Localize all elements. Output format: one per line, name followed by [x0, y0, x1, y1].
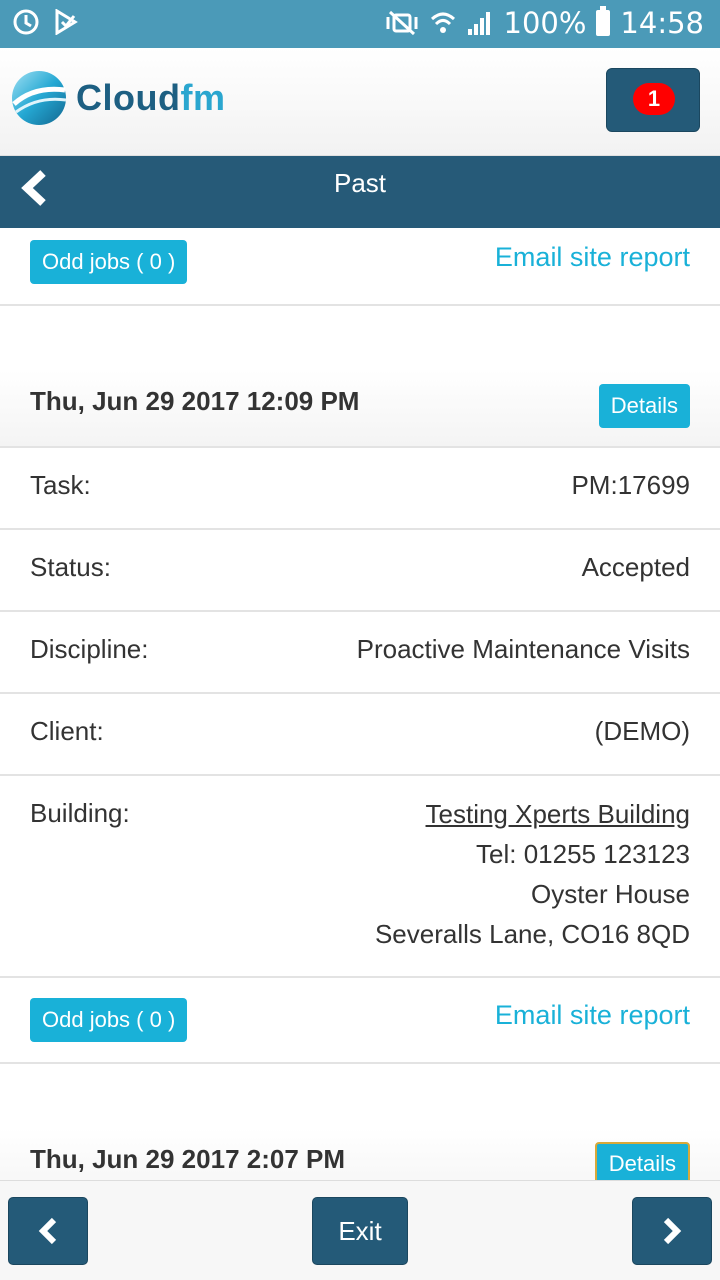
page-title: Past: [333, 168, 387, 198]
odd-jobs-button[interactable]: Odd jobs ( 0 ): [30, 998, 188, 1042]
building-address-line-1: Oyster House: [531, 879, 690, 909]
nav-bar: Past: [0, 156, 720, 228]
exit-button[interactable]: Exit: [312, 1197, 408, 1265]
wifi-icon: [430, 9, 456, 37]
job-actions: Odd jobs ( 0 ) Email site report: [0, 978, 720, 1064]
app-header: Cloudfm 1: [0, 48, 720, 156]
discipline-value: Proactive Maintenance Visits: [356, 634, 690, 664]
logo-text: Cloudfm: [76, 77, 226, 118]
next-button[interactable]: [632, 1197, 712, 1265]
job-date: Thu, Jun 29 2017 12:09 PM: [30, 386, 360, 416]
building-address: Testing Xperts Building Tel: 01255 12312…: [375, 794, 690, 954]
details-button[interactable]: Details: [594, 1142, 690, 1180]
building-tel: Tel: 01255 123123: [476, 839, 690, 869]
status-value: Accepted: [581, 552, 690, 582]
chevron-right-icon: [663, 1217, 682, 1245]
cloudfm-logo-icon: [12, 71, 67, 125]
cloudfm-logo: Cloudfm: [10, 68, 225, 128]
task-label: Task:: [30, 470, 91, 500]
job-card-header: Thu, Jun 29 2017 12:09 PM Details: [0, 370, 720, 448]
mute-icon: [384, 9, 420, 37]
jobs-list[interactable]: Odd jobs ( 0 ) Email site report Thu, Ju…: [0, 228, 720, 1180]
client-value: (DEMO): [594, 716, 690, 746]
status-label: Status:: [30, 552, 111, 582]
client-label: Client:: [30, 716, 104, 746]
notifications-button[interactable]: 1: [606, 68, 700, 132]
previous-button[interactable]: [8, 1197, 88, 1265]
building-name-link[interactable]: Testing Xperts Building: [375, 794, 690, 834]
chevron-left-icon: [38, 1217, 57, 1245]
email-site-report-link[interactable]: Email site report: [495, 242, 690, 273]
job-card-header: Thu, Jun 29 2017 2:07 PM Details: [0, 1128, 720, 1180]
discipline-row: Discipline: Proactive Maintenance Visits: [0, 612, 720, 694]
clock: 14:58: [620, 6, 704, 40]
task-row: Task: PM:17699: [0, 448, 720, 530]
odd-jobs-button[interactable]: Odd jobs ( 0 ): [30, 240, 188, 284]
email-site-report-link[interactable]: Email site report: [495, 1000, 690, 1031]
client-row: Client: (DEMO): [0, 694, 720, 776]
job-date: Thu, Jun 29 2017 2:07 PM: [30, 1144, 346, 1174]
battery-icon: [596, 6, 611, 36]
notification-badge: 1: [633, 83, 675, 115]
building-address-line-2: Severalls Lane, CO16 8QD: [374, 919, 690, 949]
signal-icon: [466, 9, 494, 37]
footer-bar: Exit: [0, 1180, 720, 1280]
discipline-label: Discipline:: [30, 634, 149, 664]
building-label: Building:: [30, 798, 130, 828]
sync-icon: [12, 8, 40, 36]
details-button[interactable]: Details: [598, 384, 690, 428]
play-store-icon: [54, 9, 78, 35]
battery-percent: 100%: [503, 6, 587, 40]
task-value: PM:17699: [571, 470, 690, 500]
status-bar: 100% 14:58: [0, 0, 720, 48]
building-row: Building: Testing Xperts Building Tel: 0…: [0, 776, 720, 978]
site-actions: Odd jobs ( 0 ) Email site report: [0, 228, 720, 306]
status-row: Status: Accepted: [0, 530, 720, 612]
